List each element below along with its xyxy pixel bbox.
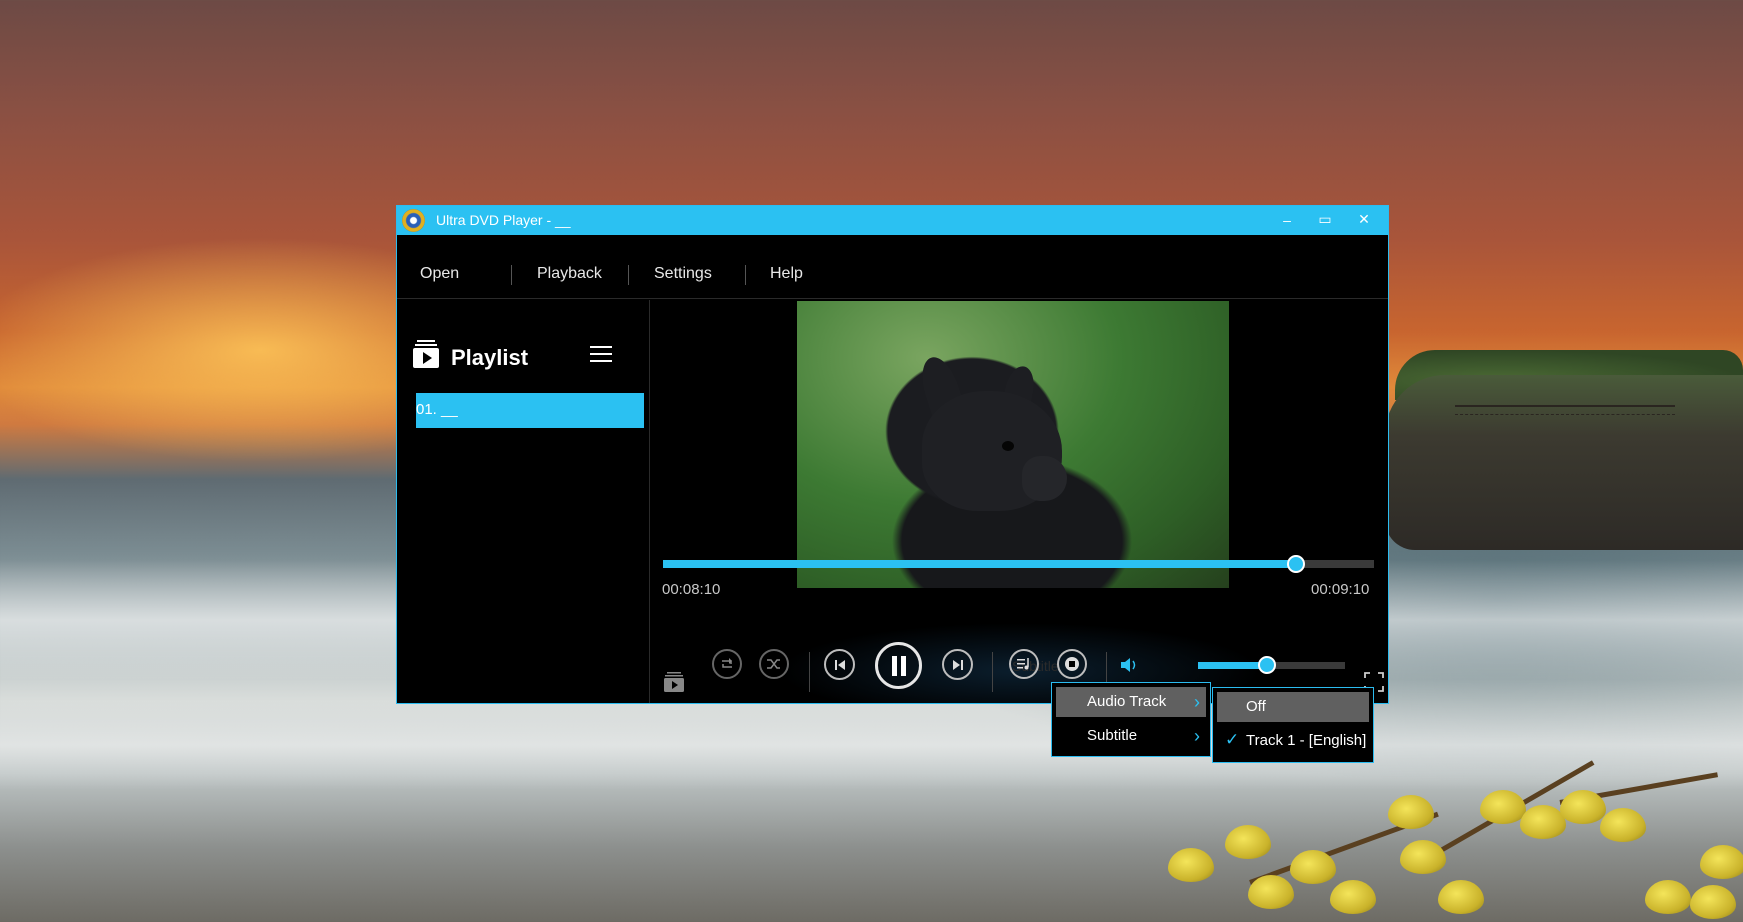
seek-bar-fill — [663, 560, 1296, 568]
skip-previous-icon — [834, 659, 845, 670]
playlist-icon — [413, 340, 439, 368]
window-title: Ultra DVD Player - __ — [436, 212, 571, 228]
player-window: Ultra DVD Player - __ – ▭ ✕ Open Playbac… — [396, 205, 1389, 704]
background-cliff — [1385, 375, 1743, 550]
seek-handle[interactable] — [1286, 555, 1305, 573]
menu-divider — [511, 265, 512, 285]
disc-icon — [1065, 657, 1079, 671]
menu-item-audio-off[interactable]: Off — [1217, 692, 1369, 722]
app-logo-icon — [402, 209, 425, 232]
audio-subtitle-menu: Audio Track › Subtitle › — [1051, 682, 1211, 757]
playlist-menu-icon[interactable] — [590, 346, 612, 366]
seek-bar[interactable] — [663, 555, 1374, 573]
pause-button[interactable] — [875, 642, 922, 689]
control-divider — [992, 652, 993, 692]
volume-handle[interactable] — [1258, 656, 1277, 674]
volume-icon[interactable] — [1120, 656, 1140, 679]
playlist-panel: Playlist 01. __ — [397, 300, 650, 703]
player-area: 00:08:10 00:09:10 Subtitle — [650, 206, 1389, 703]
playlist-title: Playlist — [451, 345, 529, 370]
current-time: 00:08:10 — [662, 581, 721, 598]
menu-item-subtitle[interactable]: Subtitle › — [1056, 721, 1206, 751]
repeat-button[interactable] — [712, 649, 742, 679]
audio-subtitle-button[interactable] — [1009, 649, 1039, 679]
background-railing — [1455, 405, 1675, 415]
repeat-icon — [722, 658, 732, 668]
volume-slider[interactable] — [1198, 656, 1345, 674]
checkmark-icon: ✓ — [1225, 730, 1240, 749]
control-divider — [809, 652, 810, 692]
chevron-right-icon: › — [1194, 726, 1200, 746]
shuffle-button[interactable] — [759, 649, 789, 679]
playlist-toggle-icon[interactable] — [664, 672, 684, 697]
pause-icon — [891, 655, 906, 676]
shuffle-icon — [767, 659, 780, 669]
total-time: 00:09:10 — [1311, 581, 1370, 598]
playlist-item[interactable]: 01. __ — [416, 393, 644, 428]
background-wave — [0, 700, 1743, 790]
next-button[interactable] — [942, 649, 973, 680]
menu-divider — [628, 265, 629, 285]
audio-track-submenu: Off ✓ Track 1 - [English] — [1212, 687, 1374, 763]
skip-next-icon — [952, 659, 963, 670]
chevron-right-icon: › — [1194, 692, 1200, 712]
menu-item-audio-track[interactable]: Audio Track › — [1056, 687, 1206, 717]
menu-playback[interactable]: Playback — [537, 265, 602, 283]
menu-open[interactable]: Open — [420, 265, 459, 283]
menu-item-track-1[interactable]: ✓ Track 1 - [English] — [1217, 726, 1369, 756]
previous-button[interactable] — [824, 649, 855, 680]
audio-track-icon — [1017, 658, 1029, 670]
volume-fill — [1198, 662, 1268, 669]
disc-menu-button[interactable] — [1057, 649, 1087, 679]
